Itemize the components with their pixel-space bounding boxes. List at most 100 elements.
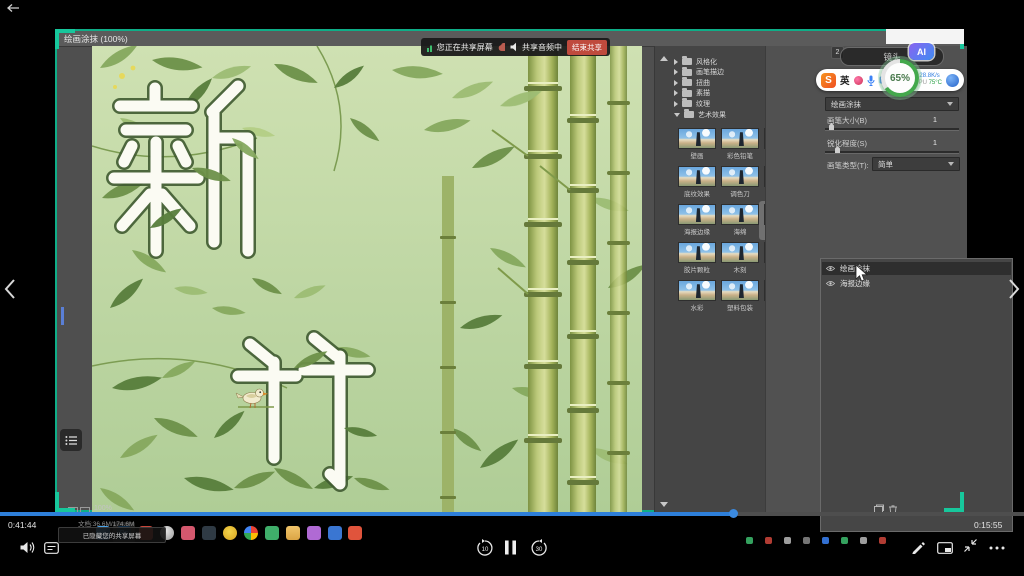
filter-group-stylize[interactable]: 风格化 <box>674 57 717 66</box>
pause-button[interactable] <box>504 540 517 555</box>
filter-group-distort[interactable]: 扭曲 <box>674 78 710 87</box>
sogou-logo-icon[interactable]: S <box>821 73 836 88</box>
folder-icon <box>682 58 692 65</box>
skip-back-10-button[interactable]: 10 <box>476 539 494 557</box>
filter-thumb-sponge[interactable]: 海绵 <box>719 204 761 237</box>
taskbar-app-icon[interactable] <box>181 526 195 540</box>
eye-icon[interactable] <box>826 265 835 272</box>
filter-group-brushstrokes[interactable]: 画笔描边 <box>674 68 724 77</box>
filter-thumb-cutout[interactable]: 木刻 <box>719 242 761 275</box>
tray-icon[interactable] <box>841 537 848 544</box>
mini-scrollbar[interactable] <box>61 307 64 325</box>
brush-type-select[interactable]: 简单 <box>872 157 960 171</box>
assistant-ball-icon[interactable] <box>946 74 959 87</box>
filter-group-sketch[interactable]: 素描 <box>674 89 710 98</box>
taskbar-app-icon[interactable] <box>202 526 216 540</box>
tray-icon[interactable] <box>784 537 791 544</box>
filter-group-texture[interactable]: 纹理 <box>674 99 710 108</box>
filter-preview <box>678 128 716 149</box>
filter-thumb-watercolor[interactable]: 水彩 <box>676 280 718 313</box>
share-border-corner <box>55 492 59 512</box>
brush-size-slider[interactable] <box>825 128 959 131</box>
expanded-icon <box>674 113 680 117</box>
tray-icon[interactable] <box>860 537 867 544</box>
video-player: 绘画涂抹 (100%) <box>0 0 1024 576</box>
filter-thumb-colored-pencil[interactable]: 彩色铅笔 <box>719 128 761 161</box>
collapsed-icon <box>674 90 678 96</box>
progress-bar-fill <box>0 512 734 516</box>
effect-layer-poster-edges[interactable]: 海报边缘 <box>822 277 1011 290</box>
filter-preview <box>721 166 759 187</box>
folder-open-icon <box>684 111 694 118</box>
pip-button[interactable] <box>937 542 953 554</box>
share-border-corner <box>960 492 964 512</box>
taskbar-app-icon[interactable] <box>265 526 279 540</box>
bamboo-artwork <box>92 46 642 512</box>
filter-thumb-fresco[interactable]: 壁画 <box>676 128 718 161</box>
tray-icon[interactable] <box>879 537 886 544</box>
prev-chevron-button[interactable] <box>3 278 17 300</box>
filter-thumb-underpainting[interactable]: 底纹效果 <box>676 166 718 199</box>
skin-icon[interactable] <box>854 76 863 85</box>
filter-preview <box>721 242 759 263</box>
progress-handle[interactable] <box>729 509 738 518</box>
effect-layers-box <box>820 258 1013 532</box>
taskbar-app-icon[interactable] <box>223 526 237 540</box>
brush-size-value[interactable]: 1 <box>915 115 937 124</box>
audio-share-text: 共享音频中 <box>522 42 562 53</box>
annotate-pencil-button[interactable] <box>911 540 925 554</box>
scroll-down-icon[interactable] <box>660 502 668 507</box>
filter-thumb-plastic-wrap[interactable]: 塑料包装 <box>719 280 761 313</box>
folder-icon <box>682 69 692 76</box>
zoom-level[interactable]: 100% <box>94 505 112 512</box>
window-fragment <box>886 29 964 44</box>
sharpness-label: 锐化程度(S) <box>827 138 867 149</box>
share-border-corner <box>55 29 59 49</box>
cloud-icon <box>498 43 506 52</box>
canvas-preview[interactable] <box>92 46 642 512</box>
tray-icon[interactable] <box>765 537 772 544</box>
taskbar-app-icon[interactable] <box>328 526 342 540</box>
filter-preview <box>721 280 759 301</box>
tray-icon[interactable] <box>803 537 810 544</box>
tray-icon[interactable] <box>746 537 753 544</box>
taskbar-chrome-icon[interactable] <box>244 526 258 540</box>
scroll-up-icon[interactable] <box>660 56 668 61</box>
taskbar-folder-icon[interactable] <box>286 526 300 540</box>
window-title: 绘画涂抹 (100%) <box>64 33 128 45</box>
brush-type-label: 画笔类型(T): <box>827 160 869 171</box>
list-icon <box>65 435 78 446</box>
collapsed-icon <box>674 101 678 107</box>
next-chevron-button[interactable] <box>1007 278 1021 300</box>
filter-preview <box>678 242 716 263</box>
filter-thumb-palette-knife[interactable]: 调色刀 <box>719 166 761 199</box>
eye-icon[interactable] <box>826 280 835 287</box>
back-icon[interactable] <box>6 3 20 13</box>
microphone-icon[interactable] <box>867 75 875 86</box>
danmaku-toggle-icon[interactable] <box>44 542 59 554</box>
performance-gauge[interactable]: 65% <box>881 59 919 97</box>
effect-select[interactable]: 绘画涂抹 <box>825 97 959 111</box>
ime-mode-toggle[interactable]: 英 <box>840 73 850 87</box>
collapsed-toolbar-button[interactable] <box>60 429 82 451</box>
sharpness-slider[interactable] <box>825 151 959 154</box>
sharing-status-text: 您正在共享屏幕 <box>437 42 493 53</box>
svg-text:10: 10 <box>482 547 489 553</box>
sharpness-value[interactable]: 1 <box>915 138 937 147</box>
more-options-button[interactable] <box>989 546 1005 550</box>
filter-preview <box>678 280 716 301</box>
chevron-down-icon <box>947 102 953 106</box>
filter-group-artistic[interactable]: 艺术效果 <box>674 110 726 119</box>
tray-icon[interactable] <box>822 537 829 544</box>
filter-thumb-poster-edges[interactable]: 海报边缘 <box>676 204 718 237</box>
stop-share-button[interactable]: 结束共享 <box>567 40 607 55</box>
volume-icon[interactable] <box>20 541 35 554</box>
effect-layer-paint-daubs[interactable]: 绘画涂抹 <box>822 262 1011 275</box>
exit-fullscreen-button[interactable] <box>963 538 978 553</box>
ai-badge-button[interactable]: AI <box>909 43 934 60</box>
filter-thumb-film-grain[interactable]: 胶片颗粒 <box>676 242 718 275</box>
skip-forward-30-button[interactable]: 30 <box>530 539 548 557</box>
taskbar-app-icon[interactable] <box>307 526 321 540</box>
share-hidden-tooltip: 已隐藏您的共享屏幕 <box>58 527 166 543</box>
taskbar-app-icon[interactable] <box>348 526 362 540</box>
